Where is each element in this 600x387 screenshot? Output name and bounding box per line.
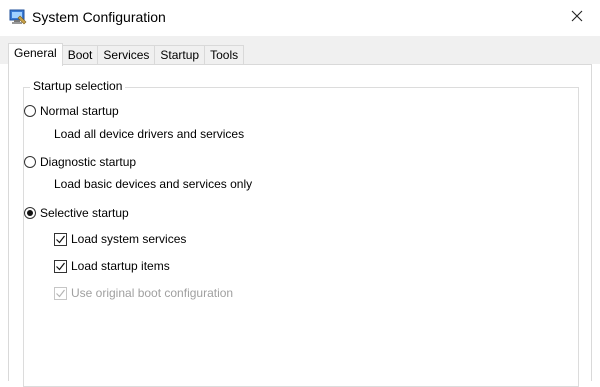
normal-startup-radio[interactable]: Normal startup (24, 104, 119, 118)
radio-button-unchecked[interactable] (24, 105, 36, 117)
title-bar: System Configuration (0, 0, 600, 36)
checkbox-checked[interactable] (54, 259, 67, 273)
load-startup-items-label: Load startup items (71, 259, 170, 273)
load-system-services-label: Load system services (71, 232, 187, 246)
system-configuration-icon (9, 9, 27, 25)
checkmark-icon (56, 262, 65, 270)
tab-boot[interactable]: Boot (61, 45, 99, 65)
load-startup-items-checkbox[interactable]: Load startup items (54, 259, 170, 273)
normal-startup-label: Normal startup (40, 104, 119, 118)
diagnostic-startup-label: Diagnostic startup (40, 155, 137, 169)
general-tab-panel: Startup selection Normal startup Load al… (8, 64, 592, 387)
selective-startup-label: Selective startup (40, 206, 129, 220)
diagnostic-startup-radio[interactable]: Diagnostic startup (24, 155, 136, 169)
use-original-boot-configuration-checkbox: Use original boot configuration (54, 286, 233, 300)
checkbox-checked-disabled (54, 286, 67, 300)
use-original-boot-configuration-label: Use original boot configuration (71, 286, 234, 300)
normal-startup-description: Load all device drivers and services (54, 127, 245, 141)
tab-startup[interactable]: Startup (154, 45, 206, 65)
diagnostic-startup-description: Load basic devices and services only (54, 177, 253, 191)
checkbox-checked[interactable] (54, 232, 67, 246)
tab-general[interactable]: General (8, 43, 63, 66)
radio-button-unchecked[interactable] (24, 156, 36, 168)
tab-strip: General Boot Services Startup Tools (0, 36, 600, 66)
startup-selection-legend: Startup selection (30, 79, 126, 93)
close-button[interactable] (554, 0, 600, 34)
tab-tools[interactable]: Tools (204, 45, 245, 65)
startup-selection-group: Startup selection Normal startup Load al… (23, 79, 579, 387)
tab-list: General Boot Services Startup Tools (8, 43, 245, 66)
close-icon (571, 10, 583, 25)
window-title: System Configuration (32, 9, 166, 25)
checkmark-icon (56, 235, 65, 243)
selective-startup-radio[interactable]: Selective startup (24, 206, 129, 220)
radio-button-checked[interactable] (24, 207, 36, 219)
checkmark-icon (56, 289, 65, 297)
load-system-services-checkbox[interactable]: Load system services (54, 232, 186, 246)
tab-services[interactable]: Services (97, 45, 156, 65)
